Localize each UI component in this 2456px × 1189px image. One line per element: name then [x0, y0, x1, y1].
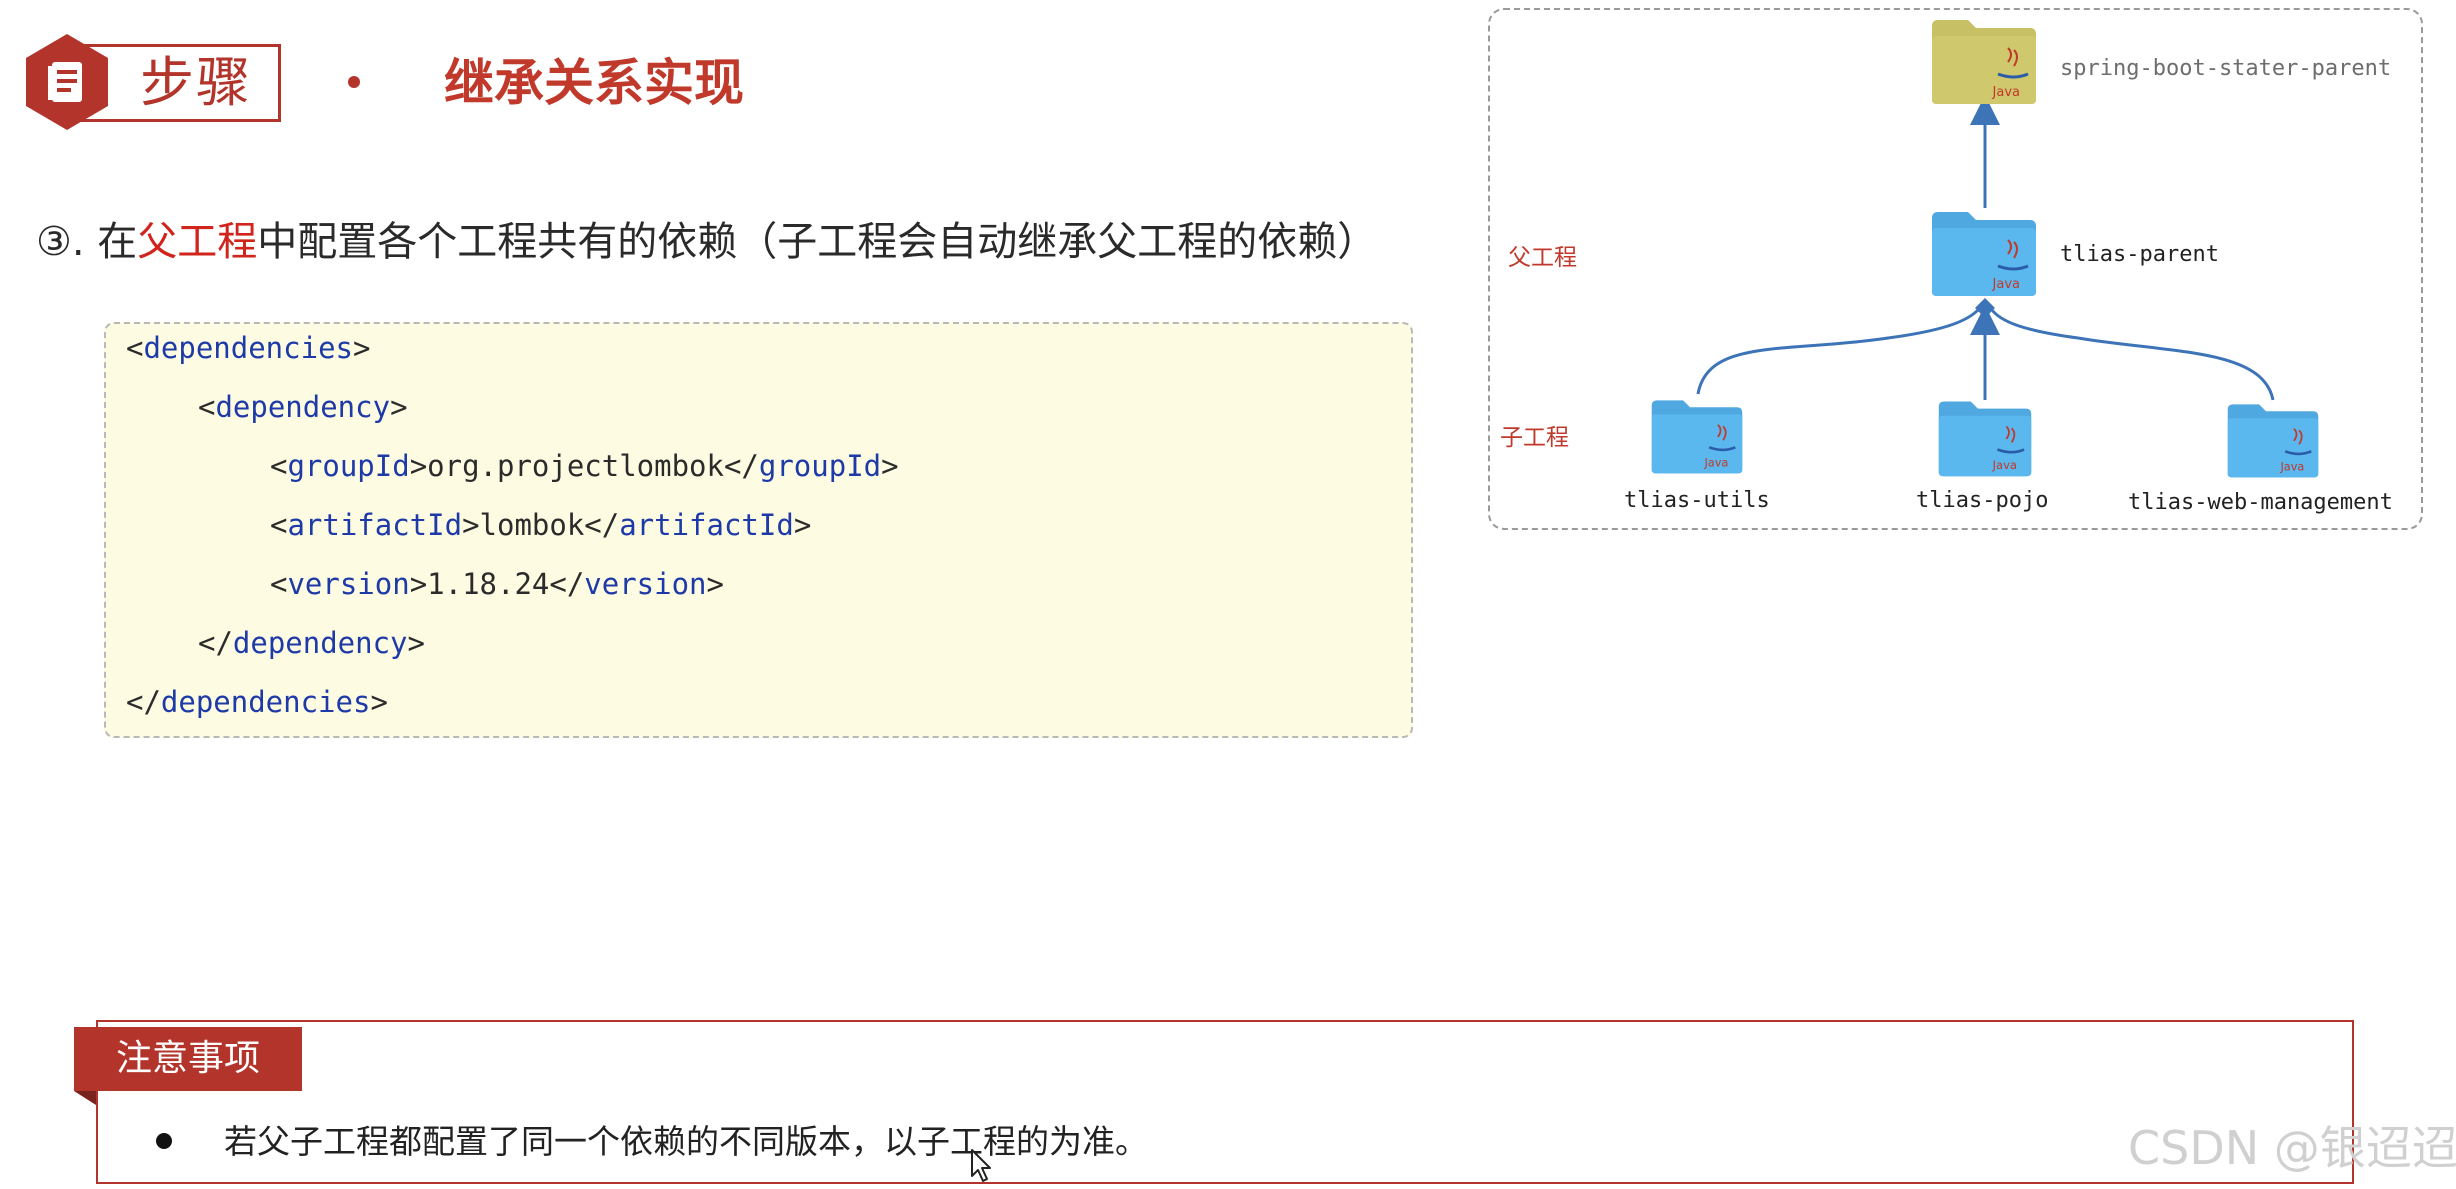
java-folder-icon: Java — [1938, 401, 2032, 477]
java-folder-icon: Java — [1932, 212, 2036, 296]
parent-group-label: 父工程 — [1508, 245, 1577, 271]
mouse-cursor-icon — [971, 1149, 991, 1182]
node-label-root: spring-boot-stater-parent — [2060, 56, 2392, 81]
code-line: <dependencies> — [126, 331, 371, 365]
code-line: <version>1.18.24</version> — [270, 567, 724, 601]
node-label-utils: tlias-utils — [1624, 488, 1770, 513]
instruction-suffix: 中配置各个工程共有的依赖（子工程会自动继承父工程的依赖） — [257, 219, 1378, 265]
watermark: CSDN @银迢迢 — [2128, 1121, 2456, 1175]
step-label: 步骤 — [140, 51, 252, 114]
svg-text:Java: Java — [1992, 458, 2017, 472]
notice-header: 注意事项 — [74, 1027, 302, 1091]
code-line: <groupId>org.projectlombok</groupId> — [270, 449, 899, 483]
svg-text:Java: Java — [1703, 456, 1728, 469]
notice-header-fold — [74, 1091, 96, 1105]
code-block: <dependencies> <dependency> <groupId>org… — [104, 322, 1413, 738]
node-label-pojo: tlias-pojo — [1916, 488, 2049, 513]
node-label-web-management: tlias-web-management — [2128, 490, 2393, 515]
document-icon — [26, 34, 108, 130]
notice-bullet — [156, 1133, 172, 1149]
child-group-label: 子工程 — [1500, 425, 1569, 451]
code-line: </dependency> — [198, 626, 425, 660]
instruction-prefix: ③. 在 — [36, 219, 138, 265]
instruction-highlight: 父工程 — [137, 219, 258, 265]
svg-text:Java: Java — [2279, 460, 2304, 473]
title-bullet — [348, 76, 360, 88]
instruction-text: ③. 在父工程中配置各个工程共有的依赖（子工程会自动继承父工程的依赖） — [36, 212, 1377, 272]
code-line: <dependency> — [198, 390, 408, 424]
java-folder-icon: Java — [1651, 400, 1743, 474]
code-line: <artifactId>lombok</artifactId> — [270, 508, 812, 542]
node-label-parent: tlias-parent — [2060, 242, 2219, 267]
svg-text:Java: Java — [1992, 277, 2020, 292]
java-folder-icon: Java — [2227, 404, 2319, 478]
notice-text: 若父子工程都配置了同一个依赖的不同版本，以子工程的为准。 — [224, 1122, 1148, 1161]
code-line: </dependencies> — [126, 685, 388, 719]
svg-text:Java: Java — [1992, 85, 2020, 100]
page-title: 继承关系实现 — [444, 54, 744, 112]
java-folder-icon: Java — [1932, 20, 2036, 104]
